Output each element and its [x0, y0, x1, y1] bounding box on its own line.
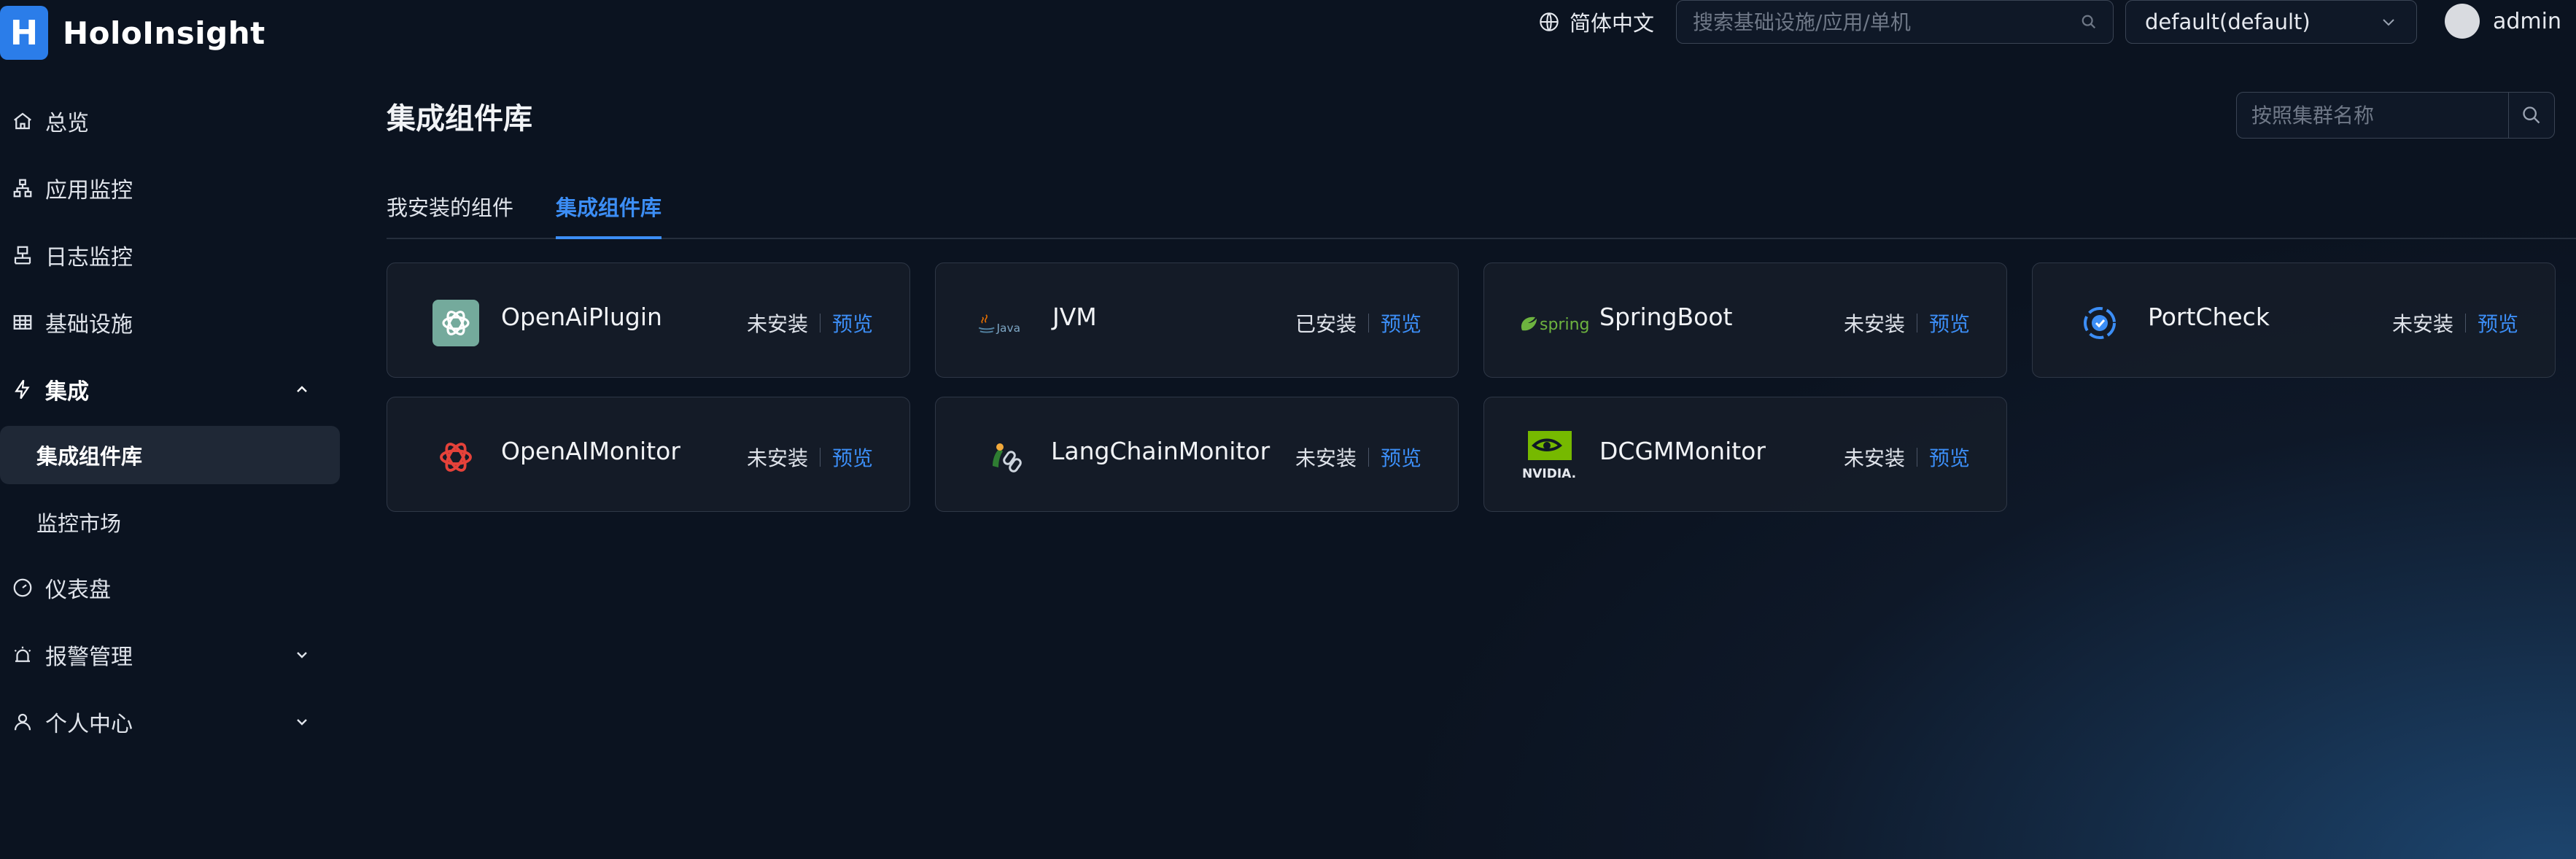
log-icon	[14, 246, 31, 265]
sidebar: 总览 应用监控 日志监控 基础设施 集成 集成组件库 监控市场 仪表盘 报警管理…	[0, 88, 340, 755]
port-check-logo-icon	[2075, 298, 2125, 348]
sidebar-item-label: 基础设施	[45, 312, 133, 338]
card-name: OpenAiPlugin	[501, 303, 662, 331]
cluster-search-input[interactable]	[2251, 103, 2506, 128]
user-icon	[14, 713, 31, 731]
nvidia-logo-icon: NVIDIA.	[1521, 428, 1591, 483]
sidebar-item-label: 监控市场	[36, 511, 122, 536]
sidebar-item-label: 总览	[45, 111, 89, 136]
install-status: 未安装	[746, 446, 808, 470]
avatar	[2445, 4, 2480, 39]
sidebar-item-label: 日志监控	[45, 245, 133, 271]
sitemap-icon	[13, 179, 32, 198]
preview-link[interactable]: 预览	[2478, 308, 2518, 338]
preview-link[interactable]: 预览	[832, 443, 873, 472]
sidebar-item-label: 集成	[45, 379, 89, 405]
integration-card-jvm[interactable]: Java JVM 已安装 预览	[935, 263, 1459, 378]
grid-table-icon	[13, 315, 32, 330]
install-status: 未安装	[746, 312, 808, 336]
card-name: PortCheck	[2148, 303, 2270, 331]
spring-logo-icon: spring	[1518, 298, 1598, 348]
preview-link[interactable]: 预览	[1381, 443, 1421, 472]
namespace-value: default(default)	[2145, 9, 2311, 34]
svg-text:spring: spring	[1540, 316, 1590, 334]
svg-text:NVIDIA.: NVIDIA.	[1522, 467, 1576, 481]
sidebar-item-label: 仪表盘	[45, 578, 111, 603]
chevron-down-icon	[2383, 19, 2394, 26]
divider	[1367, 448, 1369, 467]
preview-link[interactable]: 预览	[1929, 443, 1970, 472]
install-status: 未安装	[2391, 312, 2453, 336]
language-switcher[interactable]: 简体中文	[1539, 4, 1654, 39]
sidebar-subitem-monitor-market[interactable]: 监控市场	[0, 493, 340, 551]
search-icon	[2082, 15, 2096, 29]
sidebar-item-overview[interactable]: 总览	[0, 88, 340, 155]
preview-link[interactable]: 预览	[1929, 308, 1970, 338]
sidebar-item-app-monitor[interactable]: 应用监控	[0, 155, 340, 222]
sidebar-subitem-integration-library[interactable]: 集成组件库	[0, 426, 340, 484]
home-icon	[14, 112, 31, 130]
install-status: 未安装	[1843, 446, 1905, 470]
integration-card-springboot[interactable]: spring SpringBoot 未安装 预览	[1483, 263, 2007, 378]
integration-card-portcheck[interactable]: PortCheck 未安装 预览	[2032, 263, 2556, 378]
langchain-logo-icon	[981, 432, 1031, 482]
chevron-up-icon	[297, 386, 307, 392]
svg-text:Java: Java	[996, 322, 1020, 335]
app-logo[interactable]: H HoloInsight	[0, 0, 265, 66]
sidebar-item-personal-center[interactable]: 个人中心	[0, 688, 340, 755]
sidebar-item-log-monitor[interactable]: 日志监控	[0, 222, 340, 289]
sidebar-item-alarm[interactable]: 报警管理	[0, 621, 340, 688]
java-logo-icon: Java	[977, 298, 1026, 348]
install-status: 未安装	[1843, 312, 1905, 336]
card-name: SpringBoot	[1599, 303, 1733, 331]
integration-card-langchainmonitor[interactable]: LangChainMonitor 未安装 预览	[935, 397, 1459, 512]
app-name: HoloInsight	[63, 15, 265, 51]
install-status: 未安装	[1295, 446, 1357, 470]
tab-integration-library[interactable]: 集成组件库	[556, 191, 662, 239]
language-label: 简体中文	[1570, 11, 1655, 36]
global-search-input[interactable]	[1693, 9, 2081, 34]
username: admin	[2493, 8, 2561, 34]
card-name: DCGMMonitor	[1599, 437, 1766, 465]
integration-card-openaimonitor[interactable]: OpenAIMonitor 未安装 预览	[387, 397, 910, 512]
logo-mark-icon: H	[0, 6, 48, 60]
user-menu[interactable]: admin	[2445, 0, 2561, 42]
sidebar-item-label: 应用监控	[45, 178, 133, 203]
sidebar-item-dashboard[interactable]: 仪表盘	[0, 554, 340, 621]
integration-card-openaiplugin[interactable]: OpenAiPlugin 未安装 预览	[387, 263, 910, 378]
sidebar-item-label: 集成组件库	[36, 444, 143, 469]
preview-link[interactable]: 预览	[832, 308, 873, 338]
sidebar-item-infrastructure[interactable]: 基础设施	[0, 289, 340, 356]
gauge-icon	[13, 578, 32, 597]
lightning-icon	[15, 379, 30, 400]
card-name: JVM	[1052, 303, 1097, 331]
card-name: LangChainMonitor	[1051, 437, 1270, 465]
cluster-search-box[interactable]	[2236, 92, 2509, 139]
divider	[1367, 314, 1369, 333]
divider	[2464, 314, 2466, 333]
tab-installed-components[interactable]: 我安装的组件	[387, 191, 513, 236]
sidebar-item-label: 个人中心	[45, 712, 133, 737]
cluster-search-button[interactable]	[2508, 92, 2555, 139]
preview-link[interactable]: 预览	[1381, 308, 1421, 338]
tab-bar: 我安装的组件 集成组件库	[387, 182, 2576, 239]
search-icon	[2523, 106, 2540, 124]
openai-red-logo-icon	[431, 432, 481, 482]
chevron-down-icon	[297, 652, 307, 658]
openai-green-logo-icon	[431, 298, 481, 348]
sidebar-item-integration[interactable]: 集成	[0, 356, 340, 423]
namespace-select[interactable]: default(default)	[2125, 0, 2417, 44]
integration-card-dcgmmonitor[interactable]: NVIDIA. DCGMMonitor 未安装 预览	[1483, 397, 2007, 512]
chevron-down-icon	[297, 719, 307, 726]
page-title: 集成组件库	[387, 102, 532, 136]
sidebar-item-label: 报警管理	[45, 645, 133, 670]
card-name: OpenAIMonitor	[501, 437, 680, 465]
alarm-icon	[14, 646, 31, 662]
install-status: 已安装	[1295, 312, 1357, 336]
globe-icon	[1540, 12, 1559, 31]
global-search-box[interactable]	[1676, 0, 2114, 44]
